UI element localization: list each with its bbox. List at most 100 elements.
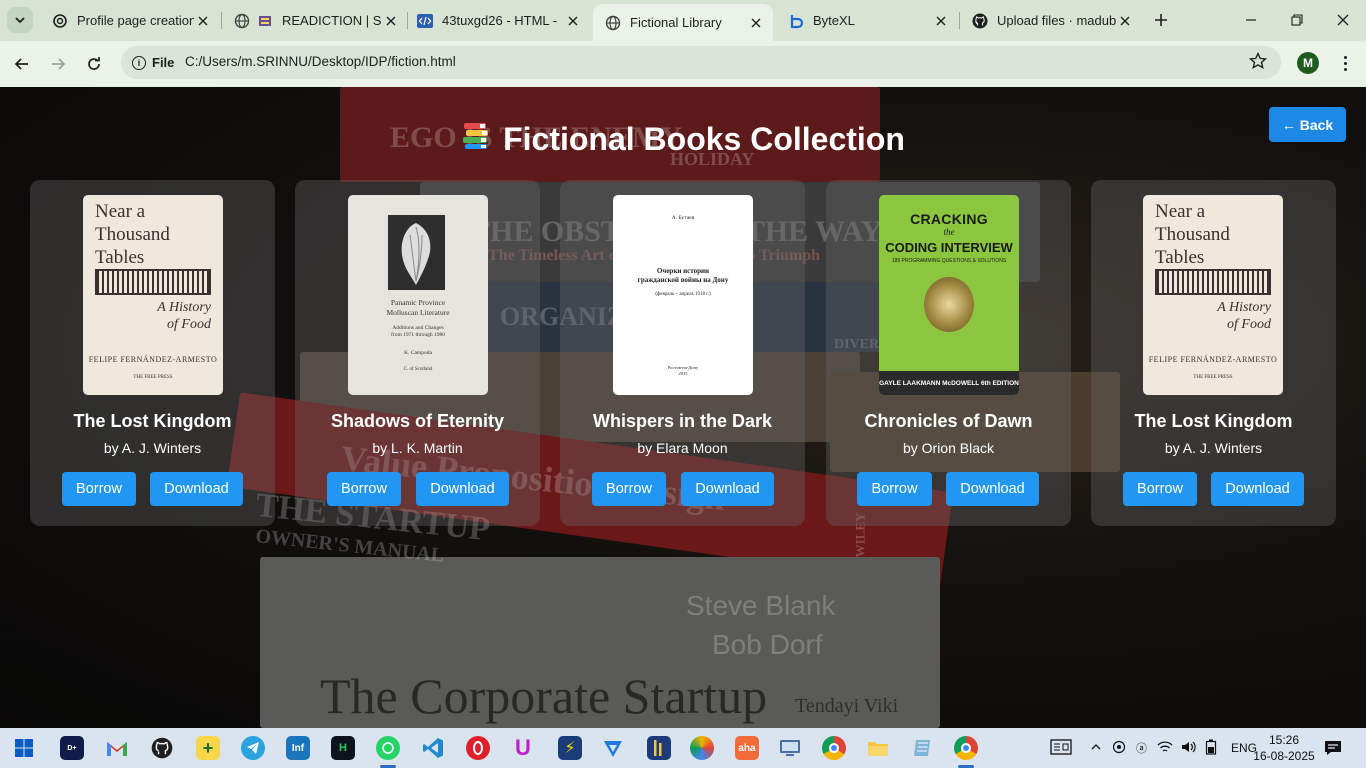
cover-title: Near a Thousand Tables [1155,201,1230,268]
forward-nav-button[interactable] [44,50,72,78]
download-button[interactable]: Download [1211,472,1304,506]
borrow-button[interactable]: Borrow [857,472,932,506]
new-tab-button[interactable] [1150,9,1172,31]
infosys-icon[interactable]: Inf [286,736,310,760]
back-button[interactable]: ← Back [1269,107,1346,142]
page-content: EGO IS THE ENEMY HOLIDAY THE OBSTACLE IS… [0,87,1366,728]
hackerrank-icon[interactable]: H [331,736,355,760]
chevron-up-icon[interactable] [1090,741,1102,756]
app-bars-icon[interactable] [647,736,671,760]
close-icon[interactable] [194,12,212,30]
globe-icon [234,13,250,29]
bg-text: The Corporate Startup [320,668,768,724]
close-icon[interactable] [1116,12,1134,30]
cover-title: Panamic Province Molluscan Literature [386,298,450,317]
app-remote-icon[interactable] [778,736,802,760]
cover-publisher: C. of Scotland [403,367,433,372]
book-cover-image: Near a Thousand Tables A History of Food FE… [1143,195,1283,395]
location-icon[interactable] [1112,740,1126,757]
shell-illustration [388,215,445,290]
download-button[interactable]: Download [946,472,1039,506]
vpn-icon[interactable] [601,736,625,760]
cover-ornament [1155,269,1271,295]
tab-fictional-library[interactable]: Fictional Library [593,4,773,41]
address-bar[interactable]: i File C:/Users/m.SRINNU/Desktop/IDP/fic… [121,46,1281,79]
clock[interactable]: 15:26 16-08-2025 [1253,732,1315,764]
url-text[interactable]: C:/Users/m.SRINNU/Desktop/IDP/fiction.ht… [185,54,456,69]
app-plus-icon[interactable]: + [196,736,220,760]
info-icon: i [132,55,146,70]
windows-start-icon[interactable] [12,736,36,760]
tab-upload-files[interactable]: Upload files · madub [960,4,1142,37]
tab-bytexl[interactable]: ByteXL [776,4,958,37]
minimize-button[interactable] [1228,0,1274,40]
arrow-right-icon [52,58,66,70]
notifications-icon[interactable] [1323,728,1343,768]
close-icon[interactable] [382,12,400,30]
book-author: by Orion Black [902,440,995,456]
cover-tagline: 189 PROGRAMMING QUESTIONS & SOLUTIONS [891,258,1007,264]
clock-time: 15:26 [1268,733,1300,747]
borrow-button[interactable]: Borrow [592,472,666,506]
tab-readiction[interactable]: READICTION | Set [222,4,408,37]
borrow-button[interactable]: Borrow [327,472,401,506]
bg-text: Tendayi Viki [795,695,899,717]
borrow-button[interactable]: Borrow [62,472,136,506]
book-card: Near a Thousand Tables A History of Food FE… [30,180,275,526]
page-title-text: Fictional Books Collection [503,121,905,157]
books-icon [461,120,491,158]
book-card: Panamic Province Molluscan Literature Add… [295,180,540,526]
app-notebook-icon[interactable] [910,736,934,760]
book-title: Chronicles of Dawn [864,411,1033,431]
cover-author: FELIPE FERNÁNDEZ-ARMESTO [1148,355,1278,364]
globe-icon [605,15,621,31]
cover-publisher: THE FREE PRESS [133,375,173,380]
back-nav-button[interactable] [8,50,36,78]
telegram-icon[interactable] [241,736,265,760]
aha-icon[interactable]: aha [735,736,759,760]
wifi-icon[interactable] [1157,740,1173,757]
vscode-icon[interactable] [421,736,445,760]
tab-html-editor[interactable]: 43tuxgd26 - HTML - [405,4,590,37]
close-icon[interactable] [747,14,765,32]
github-icon[interactable] [150,736,174,760]
book-cover-image: Near a Thousand Tables A History of Food FE… [83,195,223,395]
cover-publisher: THE FREE PRESS [1193,375,1233,380]
cover-subtitle: Additions and Changes from 1971 through 1… [391,325,445,338]
cover-footer: Ростов-на-Дону 2015 [667,365,699,376]
close-window-button[interactable] [1320,0,1366,40]
opera-icon[interactable] [466,736,490,760]
download-button[interactable]: Download [416,472,509,506]
volume-icon[interactable] [1181,740,1197,757]
keyboard-icon[interactable]: ⓐ [1136,740,1147,756]
chrome-profile-icon[interactable] [954,736,978,760]
tab-label: READICTION | Set [282,13,382,28]
close-icon[interactable] [932,12,950,30]
tab-search-button[interactable] [7,7,33,33]
whatsapp-icon[interactable] [376,736,400,760]
borrow-button[interactable]: Borrow [1123,472,1197,506]
screen-icon[interactable] [1050,738,1072,758]
site-info-chip[interactable]: i File [125,50,183,75]
battery-icon[interactable] [1205,739,1217,758]
restore-icon [1291,14,1303,26]
gmail-icon[interactable] [105,736,129,760]
bookmark-star-icon[interactable] [1248,51,1268,75]
close-icon[interactable] [564,12,582,30]
book-card: Near a Thousand Tables A History of Food FE… [1091,180,1336,526]
reload-button[interactable] [80,50,108,78]
restore-button[interactable] [1274,0,1320,40]
download-button[interactable]: Download [150,472,243,506]
app-yellow-icon[interactable]: ⚡ [558,736,582,760]
udemy-icon[interactable]: U [511,735,535,760]
cover-editor: K. Campoda [404,350,432,356]
browser-menu-icon[interactable] [1337,52,1353,74]
hotstar-icon[interactable]: D+ [60,736,84,760]
app-photos-icon[interactable] [690,736,714,760]
chrome-icon[interactable] [822,736,846,760]
file-explorer-icon[interactable] [866,736,890,760]
browser-toolbar: i File C:/Users/m.SRINNU/Desktop/IDP/fic… [0,41,1366,87]
tab-profile-page-creation[interactable]: Profile page creation [40,4,220,37]
profile-avatar[interactable]: M [1297,52,1319,74]
download-button[interactable]: Download [681,472,774,506]
